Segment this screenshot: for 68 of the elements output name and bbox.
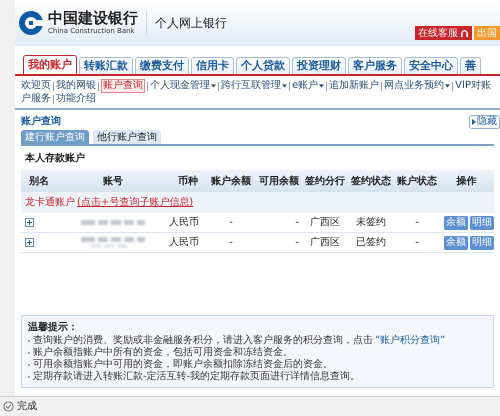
table-cell-text: 广西区 (309, 236, 341, 250)
subnav-link[interactable]: 跨行互联管理 (221, 80, 287, 92)
nav-tab[interactable]: 安全中心 (404, 57, 458, 74)
table-cell-text: - (294, 216, 300, 230)
subnav-link[interactable]: e账户 (292, 80, 324, 92)
nav-tab[interactable]: 客户服务 (348, 57, 402, 74)
nav-tab[interactable]: 我的账户 (23, 55, 77, 74)
table-cell-text: - (228, 216, 234, 230)
tip-text: 可用余额指账户中可用的资金，即账户余额扣除冻结资金后的资金。 (33, 359, 333, 370)
table-cell-text: - (294, 236, 300, 250)
subnav-link[interactable]: 追加新账户 (329, 80, 380, 92)
subnav-link[interactable]: 账户查询 (101, 79, 145, 93)
table-cell-text: - (228, 236, 234, 250)
column-header: 币种 (177, 174, 199, 188)
column-header: 操作 (455, 174, 478, 188)
group-row-label: 龙卡通账户 (25, 196, 75, 210)
column-header: 可用余额 (258, 174, 300, 188)
table-cell-text: - (414, 216, 420, 230)
column-header: 账户状态 (396, 174, 438, 188)
section-title: 账户查询 (21, 114, 61, 129)
tips-title: 温馨提示： (28, 320, 79, 334)
bank-name: 中国建设银行 (48, 11, 138, 26)
subnav-link[interactable]: VIP对账 (455, 80, 491, 92)
subnav-link[interactable]: 我的网银 (56, 80, 96, 92)
column-header: 签约状态 (350, 174, 392, 188)
nav-tab[interactable]: 投资理财 (292, 57, 346, 74)
blurred-account-number (81, 237, 145, 248)
subnav-link[interactable]: 网点业务预约 (384, 80, 450, 92)
bank-logo-icon (18, 10, 44, 36)
nav-tab[interactable]: 缴费支付 (135, 57, 189, 74)
blurred-account-number (81, 220, 145, 225)
nav-tab[interactable]: 信用卡 (191, 57, 234, 74)
account-subtab[interactable]: 他行账户查询 (93, 130, 161, 144)
column-header: 账号 (102, 174, 124, 188)
action-button[interactable]: 余额 (444, 236, 468, 250)
group-title: 本人存款账户 (25, 151, 86, 166)
column-header: 账户余额 (210, 174, 252, 188)
check-circle-icon (3, 401, 14, 412)
tip-text: 账户余额指账户中所有的资金，包括可用资金和冻结资金。 (33, 347, 293, 358)
tip-text: 定期存款请进入转账汇款-定活互转-我的定期存款页面进行详情信息查询。 (33, 371, 360, 383)
table-cell-text: 未签约 (355, 216, 387, 230)
action-button[interactable]: 余额 (444, 216, 468, 230)
subnav-link[interactable]: 个人现金管理 (150, 80, 216, 92)
column-header: 签约分行 (304, 174, 346, 188)
table-cell-text: 已签约 (355, 236, 387, 250)
points-query-link[interactable]: “账户积分查询” (375, 335, 446, 346)
group-row-hint[interactable]: (点击+号查询子账户信息) (77, 195, 194, 210)
expand-icon[interactable] (25, 218, 34, 227)
online-service-button[interactable]: 在线客服 (415, 26, 472, 40)
table-cell-text: - (414, 236, 420, 250)
subnav-link[interactable]: 功能介绍 (56, 93, 96, 105)
nav-tab[interactable]: 转账汇款 (79, 57, 133, 74)
status-text: 完成 (17, 400, 37, 414)
table-cell-text: 广西区 (309, 216, 341, 230)
tip-text: 查询账户的消费、奖励或非金融服务积分，请进入客户服务的积分查询，点击 “账户积分查询” (33, 335, 446, 346)
nav-tab[interactable]: 善 (460, 57, 481, 74)
column-header: 别名 (28, 174, 50, 188)
table-cell-text: 人民币 (169, 236, 200, 250)
action-button[interactable]: 明细 (470, 216, 494, 230)
headset-icon (460, 28, 469, 38)
product-name: 个人网上银行 (155, 15, 227, 32)
expand-icon[interactable] (25, 238, 34, 247)
nav-tab[interactable]: 个人贷款 (236, 57, 290, 74)
subnav-link[interactable]: 欢迎页 (21, 80, 51, 92)
arrow-icon (472, 118, 476, 124)
action-button[interactable]: 明细 (470, 236, 494, 250)
hide-button[interactable]: 隐藏 (469, 114, 500, 128)
table-cell-text: 人民币 (169, 216, 200, 230)
